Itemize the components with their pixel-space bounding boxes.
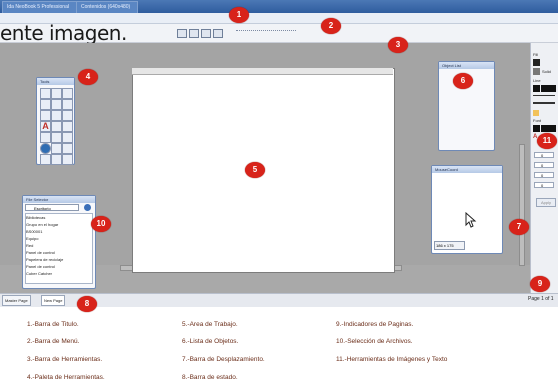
badge-image-text-tools: 11 xyxy=(537,133,557,149)
position-x-field[interactable]: 0 xyxy=(534,152,554,158)
list-item[interactable]: Red xyxy=(26,243,33,248)
legend-item: 5.-Area de Trabajo. xyxy=(182,321,238,328)
legend-item: 4.-Paleta de Herramientas. xyxy=(27,374,105,381)
movie-tool-icon[interactable] xyxy=(51,154,62,165)
font-color-swatch[interactable] xyxy=(533,125,540,132)
list-item[interactable]: Grupo en el hogar xyxy=(26,222,58,227)
line-style-selector[interactable] xyxy=(533,102,555,104)
mouse-coords-value: 186 x 175 xyxy=(434,241,465,250)
fill-style-label: Solid xyxy=(542,69,551,74)
object-list-title: Object List xyxy=(439,62,494,69)
badge-toolbar: 3 xyxy=(388,37,408,53)
list-item[interactable]: Bibliotecas xyxy=(26,215,45,220)
mouse-coords-title: MouseCoord xyxy=(432,166,502,173)
legend-item: 1.-Barra de Titulo. xyxy=(27,321,79,328)
radio-tool-icon[interactable] xyxy=(51,132,62,143)
line-color-bar[interactable] xyxy=(541,85,556,92)
line-label: Line xyxy=(533,78,541,83)
shadow-icon[interactable] xyxy=(533,110,539,116)
legend-item: 3.-Barra de Herramientas. xyxy=(27,356,103,363)
height-field[interactable]: 0 xyxy=(534,182,554,188)
toolbar-button[interactable] xyxy=(177,29,187,38)
picture-tool-icon[interactable] xyxy=(51,99,62,110)
checkbox-tool-icon[interactable] xyxy=(40,132,51,143)
line-color-swatch[interactable] xyxy=(533,85,540,92)
file-selector-title: File Selector xyxy=(23,196,95,203)
badge-file-selector: 10 xyxy=(91,216,111,232)
shape-tool-icon[interactable] xyxy=(62,99,73,110)
text-tool-icon[interactable] xyxy=(51,88,62,99)
legend-item: 7.-Barra de Desplazamiento. xyxy=(182,356,265,363)
tools-palette-title: Tools xyxy=(37,78,74,85)
title-bar: Ida NeoBook 5 Professional Contenidos (6… xyxy=(0,0,558,13)
legend-item: 9.-Indicadores de Paginas. xyxy=(336,321,414,328)
toolbar-button[interactable] xyxy=(201,29,211,38)
vertical-scrollbar[interactable] xyxy=(519,144,525,266)
grid-tool-icon[interactable] xyxy=(62,154,73,165)
badge-scrollbar: 7 xyxy=(509,219,529,235)
badge-page-indicators: 9 xyxy=(530,276,550,292)
badge-status-bar: 8 xyxy=(77,296,97,312)
list-item[interactable]: Equipo xyxy=(26,236,38,241)
tab-master-page[interactable]: Master Page xyxy=(2,295,31,306)
rectangle-tool-icon[interactable] xyxy=(40,110,51,121)
line-tool-icon[interactable] xyxy=(62,110,73,121)
ellipse-tool-icon[interactable] xyxy=(51,110,62,121)
combo-tool-icon[interactable] xyxy=(62,132,73,143)
overlay-caption-text: ente imagen. xyxy=(0,21,127,45)
list-item[interactable]: Panel de control xyxy=(26,250,55,255)
extra-tool-icon[interactable] xyxy=(40,154,51,165)
width-field[interactable]: 0 xyxy=(534,172,554,178)
app-title-tab[interactable]: Ida NeoBook 5 Professional xyxy=(2,1,82,13)
list-tool-icon[interactable] xyxy=(51,121,62,132)
select-tool-icon[interactable] xyxy=(40,88,51,99)
font-tool-icon[interactable]: A xyxy=(40,121,51,132)
list-item[interactable]: BS00001 xyxy=(26,229,42,234)
legend-item: 8.-Barra de estado. xyxy=(182,374,238,381)
globe-tool-icon[interactable] xyxy=(40,143,51,154)
mouse-cursor-icon xyxy=(465,212,477,228)
list-item[interactable]: Papelera de reciclaje xyxy=(26,257,63,262)
page-navigation-buttons[interactable] xyxy=(236,30,296,36)
plugin-tool-icon[interactable] xyxy=(62,143,73,154)
refresh-icon[interactable] xyxy=(84,204,91,211)
document-title-tab[interactable]: Contenidos (640x480) xyxy=(76,1,138,13)
canvas-header xyxy=(132,68,393,75)
fill-color-swatch[interactable] xyxy=(533,59,540,66)
badge-object-list: 6 xyxy=(453,73,473,89)
toolbar-button[interactable] xyxy=(189,29,199,38)
media-tool-icon[interactable] xyxy=(51,143,62,154)
fill-label: Fill xyxy=(533,52,539,57)
badge-title-bar: 1 xyxy=(229,7,249,23)
legend-item: 6.-Lista de Objetos. xyxy=(182,338,239,345)
position-y-field[interactable]: 0 xyxy=(534,162,554,168)
legend-item: 10.-Selección de Archivos. xyxy=(336,338,413,345)
tab-new-page[interactable]: New Page xyxy=(41,295,66,306)
apply-button[interactable]: Apply xyxy=(536,198,556,207)
list-item[interactable]: Panel de control xyxy=(26,264,55,269)
font-color-bar[interactable] xyxy=(541,125,556,132)
toolbar-button[interactable] xyxy=(213,29,223,38)
image-tool-icon[interactable] xyxy=(62,88,73,99)
badge-menu-bar: 2 xyxy=(321,18,341,34)
file-selector-drive-dropdown[interactable]: Escritorio xyxy=(25,204,79,211)
page-indicator: Page 1 of 1 xyxy=(528,296,554,302)
font-label: Font xyxy=(533,118,542,123)
badge-workspace: 5 xyxy=(245,162,265,178)
table-tool-icon[interactable] xyxy=(62,121,73,132)
line-width-selector[interactable] xyxy=(533,95,555,96)
fill-style-icon[interactable] xyxy=(533,68,540,75)
button-tool-icon[interactable] xyxy=(40,99,51,110)
legend-item: 11.-Herramientas de Imágenes y Texto xyxy=(336,356,448,363)
legend-item: 2.-Barra de Menú. xyxy=(27,338,80,345)
badge-tools-palette: 4 xyxy=(78,69,98,85)
list-item[interactable]: Cuber Catcher xyxy=(26,271,52,276)
